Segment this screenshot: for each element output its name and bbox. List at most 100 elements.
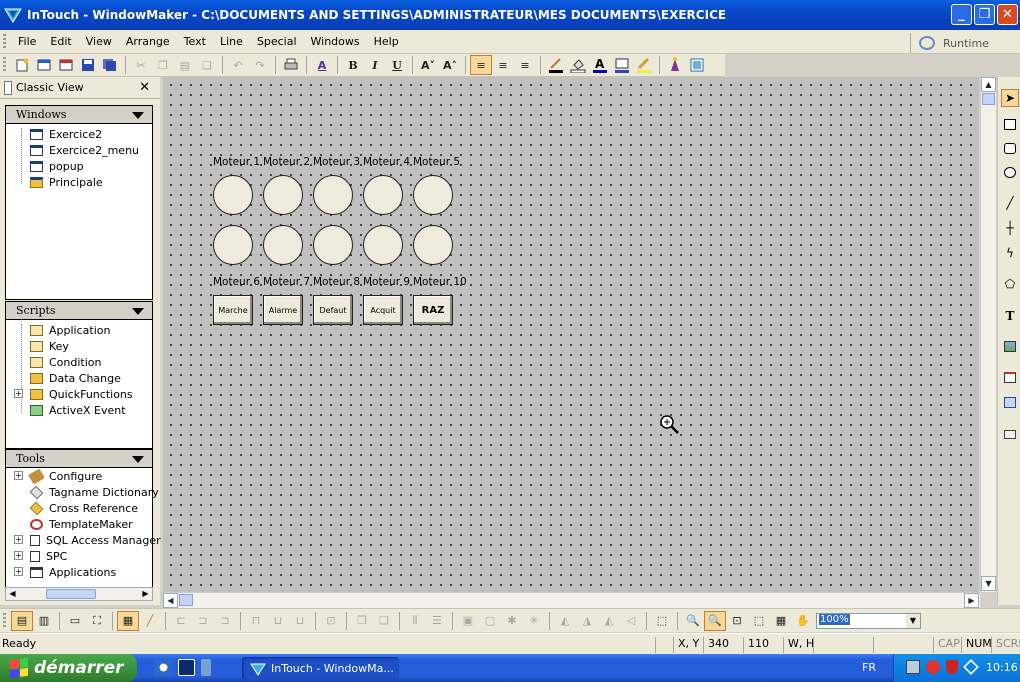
expand-icon[interactable]: +: [14, 535, 23, 544]
align-middle-icon[interactable]: ⊔: [267, 611, 289, 631]
motor-indicator[interactable]: [413, 175, 453, 215]
menu-arrange[interactable]: Arrange: [119, 35, 177, 48]
button-tool-icon[interactable]: [1001, 393, 1019, 411]
scroll-up-icon[interactable]: ▲: [981, 77, 996, 92]
start-button[interactable]: démarrer: [0, 654, 137, 682]
motor-label[interactable]: Moteur 10: [413, 276, 467, 288]
flip-vertical-icon[interactable]: ◮: [576, 611, 598, 631]
paste-icon[interactable]: ▤: [174, 55, 196, 75]
scroll-down-icon[interactable]: ▼: [981, 576, 996, 591]
canvas-button-defaut[interactable]: Defaut: [313, 295, 353, 325]
space-horizontal-icon[interactable]: ⦀: [404, 611, 426, 631]
script-item-quickfunctions[interactable]: + QuickFunctions: [12, 386, 152, 402]
scripts-panel-header[interactable]: Scripts: [6, 302, 152, 320]
menu-line[interactable]: Line: [213, 35, 250, 48]
collapse-icon[interactable]: [132, 308, 144, 315]
align-left-objects-icon[interactable]: ⊏: [170, 611, 192, 631]
motor-label[interactable]: Moteur 4: [363, 156, 410, 168]
align-bottom-icon[interactable]: ⊔: [289, 611, 311, 631]
collapse-icon[interactable]: [132, 456, 144, 463]
expand-icon[interactable]: +: [14, 471, 23, 480]
close-window-icon[interactable]: [55, 55, 77, 75]
fill-color-icon[interactable]: [567, 55, 589, 75]
windows-list-icon[interactable]: ▥: [33, 611, 55, 631]
zoom-window-icon[interactable]: ⊡: [726, 611, 748, 631]
close-button[interactable]: ✕: [997, 4, 1018, 25]
italic-icon[interactable]: I: [364, 55, 386, 75]
motor-indicator[interactable]: [413, 225, 453, 265]
canvas-button-alarme[interactable]: Alarme: [263, 295, 303, 325]
make-cell-icon[interactable]: ▣: [457, 611, 479, 631]
undo-icon[interactable]: ↶: [227, 55, 249, 75]
motor-label[interactable]: Moteur 1: [213, 156, 260, 168]
menu-edit[interactable]: Edit: [43, 35, 78, 48]
design-canvas[interactable]: Moteur 1 Moteur 2 Moteur 3 Moteur 4 Moteur 5…: [163, 77, 979, 592]
zoom-select[interactable]: 100% ▼: [816, 612, 921, 629]
menu-special[interactable]: Special: [250, 35, 304, 48]
menu-file[interactable]: File: [11, 35, 43, 48]
minimize-button[interactable]: _: [951, 4, 972, 25]
expand-icon[interactable]: +: [14, 389, 23, 398]
make-symbol-icon[interactable]: ✱: [501, 611, 523, 631]
intouch-quick-icon[interactable]: [178, 659, 195, 676]
rotate-cw-icon[interactable]: ◭: [598, 611, 620, 631]
toolbar-grip[interactable]: [3, 57, 6, 73]
canvas-button-acquit[interactable]: Acquit: [363, 295, 403, 325]
copy-icon[interactable]: ❐: [152, 55, 174, 75]
save-all-icon[interactable]: [99, 55, 121, 75]
script-item-key[interactable]: Key: [12, 338, 152, 354]
zoom-normal-icon[interactable]: ▦: [770, 611, 792, 631]
vmware-icon[interactable]: [963, 659, 979, 675]
maximize-button[interactable]: ❐: [974, 4, 995, 25]
motor-label[interactable]: Moteur 3: [313, 156, 360, 168]
align-centers-icon[interactable]: ⊡: [320, 611, 342, 631]
cut-icon[interactable]: ✂: [130, 55, 152, 75]
align-right-icon[interactable]: ≡: [514, 55, 536, 75]
send-to-back-icon[interactable]: ❐: [351, 611, 373, 631]
bitmap-icon[interactable]: [1001, 337, 1019, 355]
window-color-icon[interactable]: [611, 55, 633, 75]
tool-item-tagname-dictionary[interactable]: Tagname Dictionary: [12, 484, 159, 500]
align-left-icon[interactable]: ≡: [470, 55, 492, 75]
zoom-select-icon[interactable]: ⬚: [748, 611, 770, 631]
ellipse-icon[interactable]: [1001, 163, 1019, 181]
motor-label[interactable]: Moteur 9: [363, 276, 410, 288]
canvas-vscroll[interactable]: ▲ ▼: [980, 77, 996, 592]
new-window-icon[interactable]: [33, 55, 55, 75]
motor-indicator[interactable]: [313, 175, 353, 215]
motor-label[interactable]: Moteur 7: [263, 276, 310, 288]
tool-item-templatemaker[interactable]: TemplateMaker: [12, 516, 152, 532]
align-center-icon[interactable]: ≡: [492, 55, 514, 75]
hv-line-icon[interactable]: ┼: [1001, 219, 1019, 237]
menu-view[interactable]: View: [79, 35, 119, 48]
scroll-thumb[interactable]: [179, 594, 193, 606]
tool-item-configure[interactable]: + Configure: [12, 467, 152, 485]
align-center-objects-icon[interactable]: ⊐: [192, 611, 214, 631]
scroll-right-icon[interactable]: ▶: [139, 588, 152, 600]
rounded-rectangle-icon[interactable]: [1001, 139, 1019, 157]
motor-indicator[interactable]: [213, 225, 253, 265]
space-vertical-icon[interactable]: ☰: [426, 611, 448, 631]
motor-indicator[interactable]: [263, 175, 303, 215]
motor-indicator[interactable]: [313, 225, 353, 265]
menu-windows[interactable]: Windows: [304, 35, 367, 48]
ruler-icon[interactable]: ╱: [139, 611, 161, 631]
grid-toggle-icon[interactable]: ▦: [117, 610, 139, 631]
script-item-condition[interactable]: Condition: [12, 354, 152, 370]
tool-item-spc[interactable]: + SPC: [12, 548, 152, 564]
canvas-button-marche[interactable]: Marche: [213, 295, 253, 325]
flip-horizontal-icon[interactable]: ◭: [554, 611, 576, 631]
motor-indicator[interactable]: [263, 225, 303, 265]
save-icon[interactable]: [77, 55, 99, 75]
menu-text[interactable]: Text: [177, 35, 213, 48]
wizard-icon[interactable]: [664, 55, 686, 75]
text-tool-icon[interactable]: T: [1001, 307, 1019, 325]
motor-indicator[interactable]: [363, 225, 403, 265]
new-icon[interactable]: [11, 55, 33, 75]
line-color-icon[interactable]: [545, 55, 567, 75]
polygon-icon[interactable]: ⬠: [1001, 275, 1019, 293]
scroll-left-icon[interactable]: ◀: [163, 593, 178, 608]
window-item-exercice2[interactable]: Exercice2: [12, 126, 152, 142]
underline-icon[interactable]: U: [386, 55, 408, 75]
classic-view-close-icon[interactable]: ✕: [139, 80, 150, 95]
